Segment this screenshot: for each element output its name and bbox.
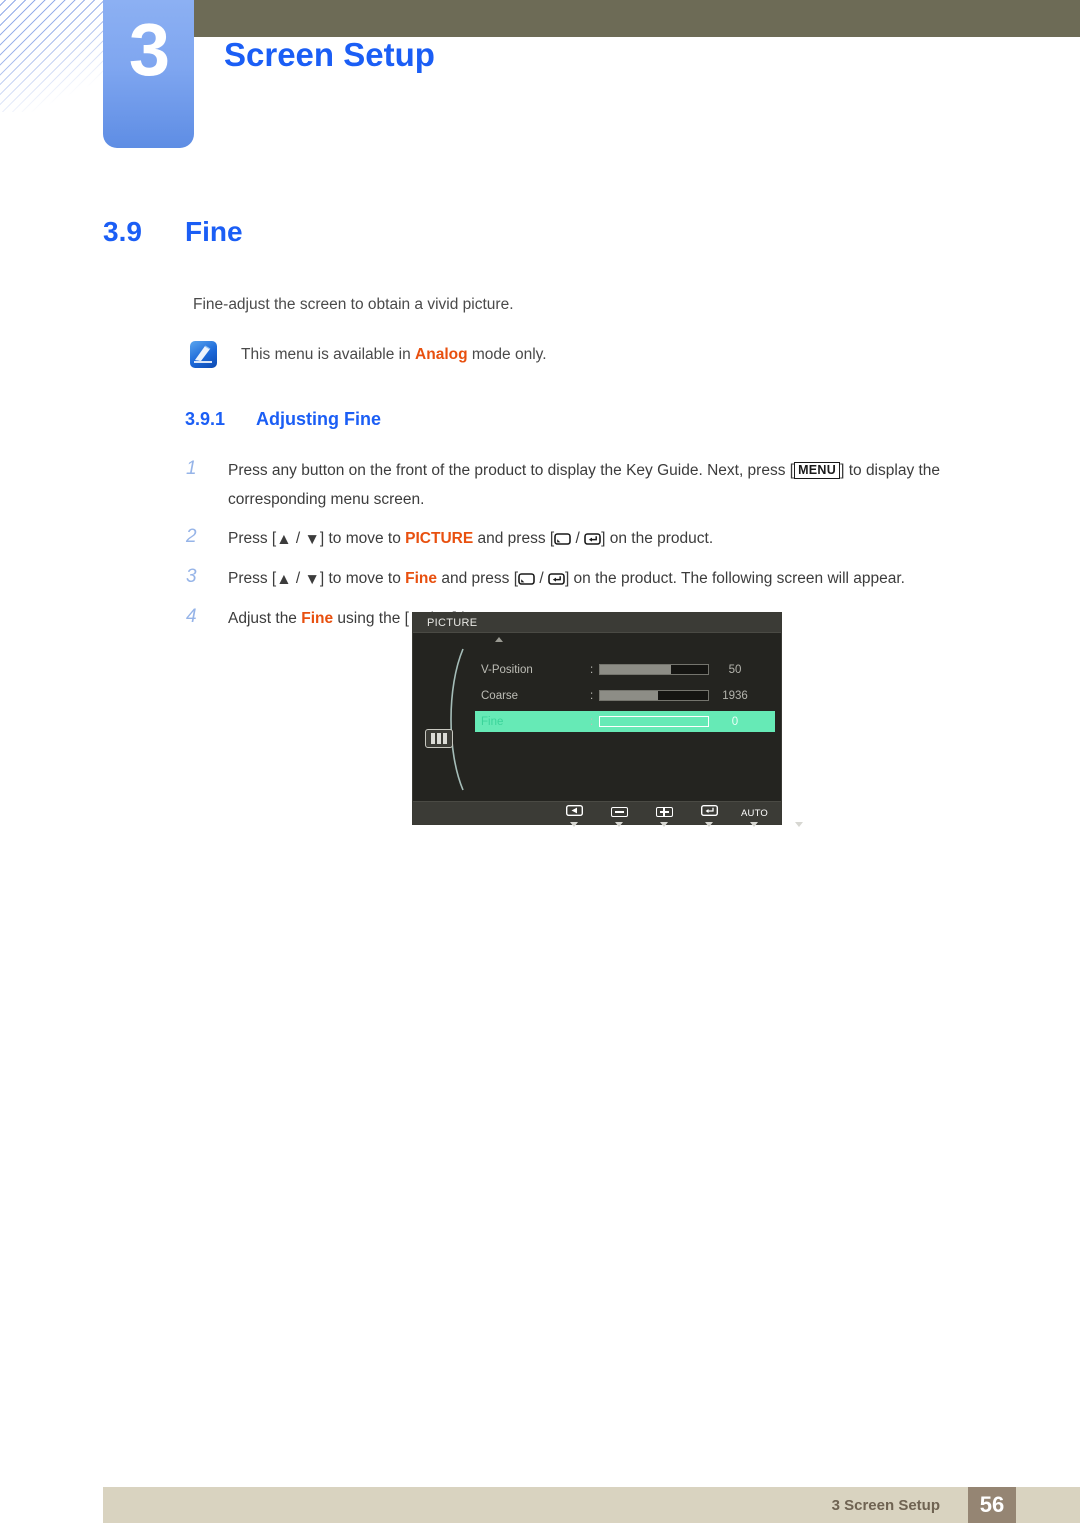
osd-plus-key[interactable] bbox=[651, 803, 677, 827]
step-text-run: Press [ bbox=[228, 530, 277, 547]
step-text-run: ] to move to bbox=[319, 530, 406, 547]
chevron-down-icon bbox=[570, 822, 578, 827]
down-arrow-icon: ▼ bbox=[304, 531, 320, 548]
osd-auto-key[interactable]: AUTO bbox=[741, 803, 769, 827]
enter-arrow-icon bbox=[584, 525, 601, 554]
osd-row-value: 0 bbox=[731, 715, 739, 728]
step-text-run: ] on the product. bbox=[601, 530, 714, 547]
step-text: Press [▲ / ▼] to move to Fine and press … bbox=[228, 564, 1016, 594]
up-arrow-icon: ▲ bbox=[276, 571, 292, 588]
step-text-run: / bbox=[535, 570, 548, 587]
minus-icon bbox=[610, 806, 628, 817]
step-number: 3 bbox=[186, 566, 197, 587]
chevron-down-icon bbox=[795, 822, 803, 827]
note-text-after: mode only. bbox=[467, 346, 547, 363]
exit-box-icon bbox=[554, 525, 571, 554]
note-pencil-icon bbox=[190, 341, 217, 368]
up-arrow-icon: ▲ bbox=[276, 531, 292, 548]
note-text: This menu is available in Analog mode on… bbox=[241, 341, 547, 368]
plus-icon bbox=[655, 806, 673, 817]
osd-row-slider[interactable] bbox=[599, 664, 709, 675]
subsection-title: Adjusting Fine bbox=[256, 409, 381, 429]
osd-minus-key[interactable] bbox=[606, 803, 632, 827]
osd-rows: V-Position: 50 Coarse: 1936 Fine: 0 bbox=[475, 659, 775, 737]
step-text: Press [▲ / ▼] to move to PICTURE and pre… bbox=[228, 524, 1016, 554]
footer-page-number: 56 bbox=[968, 1487, 1016, 1523]
section-intro-text: Fine-adjust the screen to obtain a vivid… bbox=[193, 296, 514, 313]
chevron-down-icon bbox=[660, 822, 668, 827]
step-text-run: Press any button on the front of the pro… bbox=[228, 462, 795, 479]
decorative-hatch-pattern bbox=[0, 0, 112, 112]
osd-row-slider[interactable] bbox=[599, 690, 709, 701]
osd-power-key[interactable] bbox=[786, 803, 812, 827]
step-text-run: and press [ bbox=[437, 570, 519, 587]
osd-row-slider[interactable] bbox=[599, 716, 709, 727]
exit-box-icon bbox=[518, 565, 535, 594]
section-number: 3.9 bbox=[103, 216, 142, 247]
osd-key-guide: AUTO bbox=[413, 801, 804, 827]
osd-row-label: V-Position bbox=[481, 663, 533, 676]
osd-row-slider-fill bbox=[600, 691, 659, 700]
menu-key-label: MENU bbox=[794, 461, 841, 479]
step-text: Press any button on the front of the pro… bbox=[228, 456, 1016, 514]
osd-back-key[interactable] bbox=[561, 803, 587, 827]
chevron-down-icon bbox=[615, 822, 623, 827]
step-text-run: ] on the product. The following screen w… bbox=[564, 570, 905, 587]
down-arrow-icon: ▼ bbox=[304, 571, 320, 588]
step-text-run: Press [ bbox=[228, 570, 277, 587]
osd-keys: AUTO bbox=[561, 803, 812, 827]
highlighted-term: PICTURE bbox=[405, 530, 474, 547]
osd-scroll-up-arrow bbox=[495, 637, 503, 642]
manual-page: 3 Screen Setup 3.9 Fine Fine-adjust the … bbox=[0, 0, 1080, 1527]
osd-row-colon: : bbox=[590, 663, 594, 676]
osd-row-label: Fine bbox=[481, 715, 504, 728]
osd-row-label: Coarse bbox=[481, 689, 519, 702]
step-item: 3 Press [▲ / ▼] to move to Fine and press… bbox=[186, 564, 1016, 594]
osd-auto-label: AUTO bbox=[741, 808, 769, 819]
osd-body: V-Position: 50 Coarse: 1936 Fine: 0 bbox=[413, 633, 781, 801]
osd-title: PICTURE bbox=[413, 613, 781, 633]
osd-menu-row[interactable]: V-Position: 50 bbox=[475, 659, 775, 680]
step-number: 1 bbox=[186, 458, 197, 479]
chapter-title: Screen Setup bbox=[224, 36, 435, 73]
osd-screenshot: PICTURE V-Position: 50 Coarse: 1936 Fine: 0 bbox=[412, 612, 804, 827]
osd-enter-key[interactable] bbox=[696, 803, 722, 827]
note-highlight: Analog bbox=[415, 346, 468, 363]
step-text-run: and press [ bbox=[473, 530, 555, 547]
step-text-run: Adjust the bbox=[228, 610, 302, 627]
enter-arrow-icon bbox=[700, 804, 718, 819]
osd-menu-row[interactable]: Coarse: 1936 bbox=[475, 685, 775, 706]
power-icon bbox=[793, 804, 805, 819]
header-olive-bar bbox=[193, 0, 1080, 37]
chevron-down-icon bbox=[705, 822, 713, 827]
step-number: 4 bbox=[186, 606, 197, 627]
step-text-run: / bbox=[291, 530, 305, 547]
enter-arrow-icon bbox=[548, 565, 565, 594]
section-title: Fine bbox=[185, 216, 243, 247]
osd-menu-row[interactable]: Fine: 0 bbox=[475, 711, 775, 732]
highlighted-term: Fine bbox=[301, 610, 334, 627]
back-arrow-icon bbox=[565, 804, 583, 819]
step-text-run: ] to move to bbox=[319, 570, 406, 587]
step-text-run: / bbox=[571, 530, 585, 547]
note-block: This menu is available in Analog mode on… bbox=[190, 341, 547, 368]
subsection-number: 3.9.1 bbox=[185, 409, 226, 429]
chevron-down-icon bbox=[750, 822, 758, 827]
chapter-number-badge: 3 bbox=[103, 0, 194, 148]
osd-row-colon: : bbox=[590, 689, 594, 702]
osd-row-slider-fill bbox=[600, 665, 672, 674]
picture-bars-icon bbox=[425, 729, 453, 748]
osd-row-colon: : bbox=[590, 715, 594, 728]
footer-text: 3 Screen Setup bbox=[831, 1497, 940, 1514]
highlighted-term: Fine bbox=[405, 570, 438, 587]
step-item: 2 Press [▲ / ▼] to move to PICTURE and pr… bbox=[186, 524, 1016, 554]
step-item: 1 Press any button on the front of the pr… bbox=[186, 456, 1016, 514]
osd-row-value: 1936 bbox=[722, 689, 748, 702]
step-text-run: using the [ bbox=[333, 610, 409, 627]
note-text-before: This menu is available in bbox=[241, 346, 416, 363]
step-number: 2 bbox=[186, 526, 197, 547]
step-text-run: / bbox=[291, 570, 305, 587]
osd-row-value: 50 bbox=[728, 663, 742, 676]
